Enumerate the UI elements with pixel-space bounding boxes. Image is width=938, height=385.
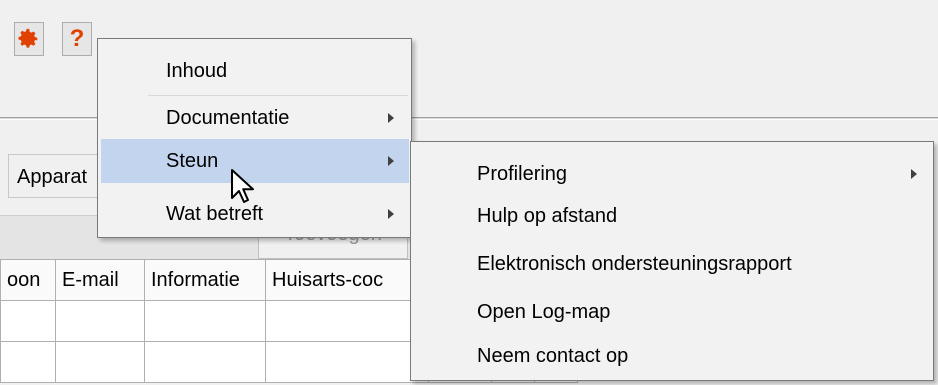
help-icon: ? xyxy=(69,25,85,52)
submenu-arrow-icon xyxy=(911,169,917,179)
column-header-huisarts[interactable]: Huisarts-coc xyxy=(265,259,429,301)
submenu-item-hulp-op-afstand[interactable]: Hulp op afstand xyxy=(411,194,933,238)
submenu-arrow-icon xyxy=(388,113,394,123)
submenu-item-ondersteuningsrapport[interactable]: Elektronisch ondersteuningsrapport xyxy=(411,242,933,286)
settings-button[interactable] xyxy=(14,22,44,56)
column-header-informatie[interactable]: Informatie xyxy=(144,259,266,301)
help-button[interactable]: ? xyxy=(62,22,92,56)
submenu-item-profilering[interactable]: Profilering xyxy=(411,152,933,196)
menu-item-label: Inhoud xyxy=(166,60,228,82)
submenu-item-label: Hulp op afstand xyxy=(477,205,618,227)
support-submenu: Profilering Hulp op afstand Elektronisch… xyxy=(410,141,934,381)
submenu-arrow-icon xyxy=(388,156,394,166)
menu-item-label: Steun xyxy=(166,150,219,172)
help-menu: Inhoud Documentatie Steun Wat betreft xyxy=(97,38,412,238)
mouse-cursor-icon xyxy=(231,169,254,203)
menu-item-documentatie[interactable]: Documentatie xyxy=(98,96,411,140)
menu-item-label: Documentatie xyxy=(166,107,290,129)
submenu-item-neem-contact-op[interactable]: Neem contact op xyxy=(411,334,933,378)
submenu-item-open-log-map[interactable]: Open Log-map xyxy=(411,290,933,334)
gear-icon xyxy=(18,28,38,48)
submenu-item-label: Open Log-map xyxy=(477,301,611,323)
menu-item-inhoud[interactable]: Inhoud xyxy=(98,49,411,93)
submenu-item-label: Neem contact op xyxy=(477,345,629,367)
column-header-email[interactable]: E-mail xyxy=(55,259,145,301)
submenu-item-label: Profilering xyxy=(477,163,568,185)
submenu-item-label: Elektronisch ondersteuningsrapport xyxy=(477,253,792,275)
column-header-telefoon[interactable]: oon xyxy=(0,259,56,301)
submenu-arrow-icon xyxy=(388,209,394,219)
